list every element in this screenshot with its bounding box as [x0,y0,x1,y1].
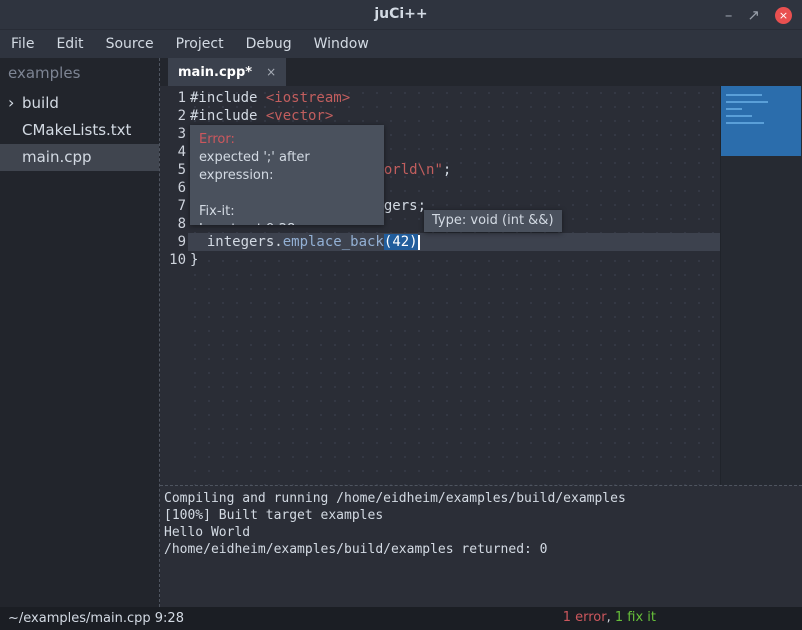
line-number: 4 [160,143,186,161]
code-token: <iostream> [266,90,350,106]
tree-item-main-cpp[interactable]: main.cpp [0,144,159,171]
line-number: 5 [160,161,186,179]
line-number: 9 [160,233,186,251]
chevron-right-icon: › [8,93,14,112]
code-token: <vector> [266,108,333,124]
tree-item-build[interactable]: › build [0,90,159,117]
menu-item-project[interactable]: Project [165,32,235,56]
code-line-2[interactable]: #include <vector> [188,107,720,125]
minimap-line [726,94,762,96]
output-panel: Compiling and running /home/eidheim/exam… [160,485,802,607]
code-token: integers. [190,234,283,250]
tab-bar: main.cpp* × [160,58,802,86]
code-line-10[interactable]: } [188,251,720,269]
line-number: 8 [160,215,186,233]
maximize-button[interactable]: ↗ [747,8,760,23]
main-area: main.cpp* × 12345678910 #include <iostre… [160,58,802,607]
code-token: } [190,252,198,268]
editor-row: 12345678910 #include <iostream>#include … [160,86,802,485]
tree-item-label: build [22,94,59,112]
minimap-line [726,108,742,110]
tree-item-cmakelists-txt[interactable]: CMakeLists.txt [0,117,159,144]
status-file-location: ~/examples/main.cpp 9:28 [8,611,184,626]
window-title: juCi++ [0,6,802,22]
fixit-tooltip-label: Fix-it: [199,203,375,221]
code-token: emplace_back [283,234,384,250]
line-number: 2 [160,107,186,125]
window-body: examples › build CMakeLists.txt main.cpp ma… [0,58,802,607]
file-tree: › build CMakeLists.txt main.cpp [0,90,159,171]
menu-item-window[interactable]: Window [303,32,380,56]
menu-item-file[interactable]: File [0,32,45,56]
minimap-line [726,122,764,124]
code-token: #include [190,90,266,106]
output-line: Compiling and running /home/eidheim/exam… [164,490,798,507]
code-token: ; [443,162,451,178]
window-controls: – ↗ × [725,0,792,30]
line-number-gutter: 12345678910 [160,89,186,269]
close-button[interactable]: × [775,7,792,24]
tree-item-label: main.cpp [22,148,92,166]
type-tooltip: Type: void (int &&) [424,210,562,232]
code-token: #include [190,108,266,124]
error-tooltip-title: Error: [199,131,375,149]
status-fixit-count: 1 fix it [615,610,656,625]
file-tree-sidebar: examples › build CMakeLists.txt main.cpp [0,58,160,607]
error-tooltip-spacer [199,185,375,203]
line-number: 1 [160,89,186,107]
menu-bar: FileEditSourceProjectDebugWindow [0,30,802,58]
status-error-count: 1 error [563,610,607,625]
fixit-tooltip-text: Insert ; at 9:28 [199,221,375,225]
menu-item-debug[interactable]: Debug [235,32,303,56]
status-separator: , [607,610,615,625]
menu-item-source[interactable]: Source [95,32,165,56]
line-number: 6 [160,179,186,197]
code-line-9[interactable]: integers.emplace_back(42) [188,233,720,251]
tab-main-cpp[interactable]: main.cpp* × [168,58,286,86]
code-token: 42 [392,234,409,250]
output-line: [100%] Built target examples [164,507,798,524]
status-diagnostics: 1 error, 1 fix it [563,610,656,625]
tree-item-label: CMakeLists.txt [22,121,131,139]
minimap[interactable] [720,86,802,485]
title-bar: juCi++ – ↗ × [0,0,802,30]
line-number: 3 [160,125,186,143]
text-cursor [418,235,420,250]
minimap-line [726,115,752,117]
minimap-line [726,101,768,103]
line-number: 7 [160,197,186,215]
menu-item-edit[interactable]: Edit [45,32,94,56]
code-token: ) [409,234,417,250]
project-name-header: examples [0,58,159,90]
error-tooltip: Error: expected ';' after expression: Fi… [190,125,384,225]
app-window: juCi++ – ↗ × FileEditSourceProjectDebugW… [0,0,802,630]
tab-close-icon[interactable]: × [266,65,276,79]
code-line-1[interactable]: #include <iostream> [188,89,720,107]
minimize-button[interactable]: – [725,8,733,23]
error-tooltip-message: expected ';' after expression: [199,149,375,185]
status-bar: ~/examples/main.cpp 9:28 1 error, 1 fix … [0,607,802,630]
line-number: 10 [160,251,186,269]
output-line: /home/eidheim/examples/build/examples re… [164,541,798,558]
tab-label: main.cpp* [178,65,252,80]
minimap-viewport[interactable] [721,86,801,156]
output-line: Hello World [164,524,798,541]
code-editor[interactable]: 12345678910 #include <iostream>#include … [160,86,720,485]
